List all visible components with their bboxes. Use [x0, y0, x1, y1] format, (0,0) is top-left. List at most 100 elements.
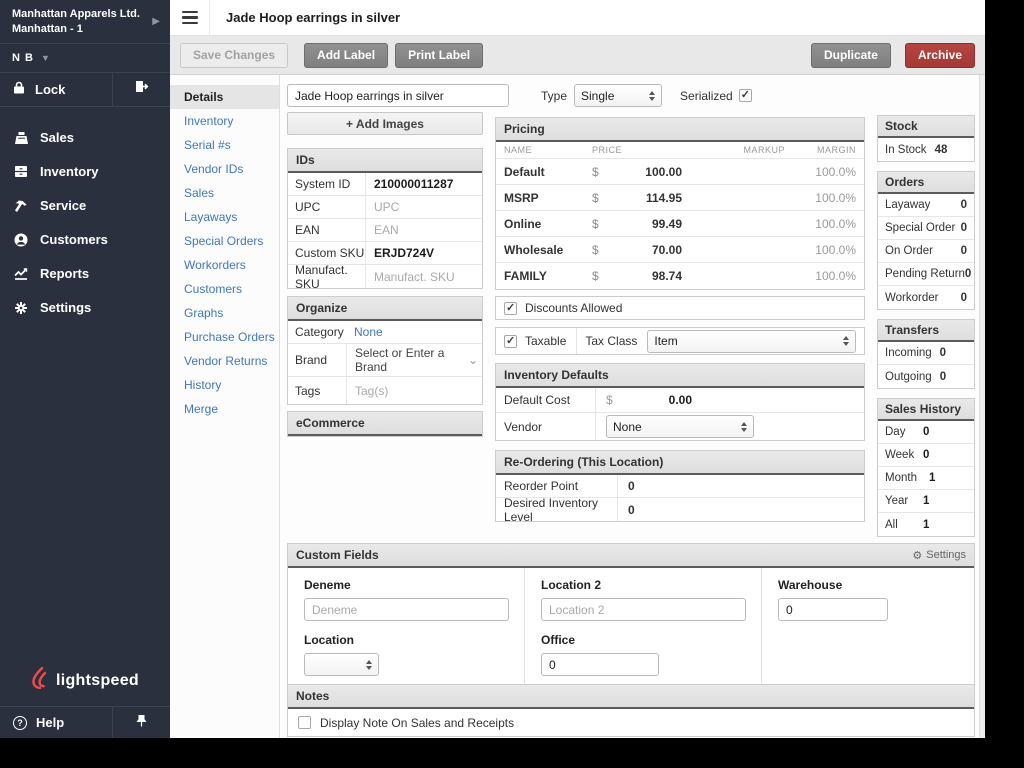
- sidebar-item-customers[interactable]: Customers: [0, 223, 170, 257]
- ean-input[interactable]: EAN: [366, 223, 399, 237]
- subnav-item-purchase-orders[interactable]: Purchase Orders: [170, 325, 279, 349]
- office-input[interactable]: [541, 653, 659, 676]
- margin-value: 100.0%: [815, 242, 856, 257]
- subnav-item-details[interactable]: Details: [170, 85, 279, 109]
- tags-input[interactable]: [355, 383, 478, 398]
- type-select[interactable]: Single: [574, 84, 663, 107]
- special-order-row: Special Order 0: [878, 217, 974, 240]
- orders-header: Orders: [878, 172, 974, 194]
- price-input[interactable]: 98.74: [614, 269, 682, 283]
- taxable-checkbox[interactable]: [504, 334, 517, 348]
- pin-icon: [136, 714, 147, 732]
- price-input[interactable]: 114.95: [614, 191, 682, 205]
- upc-input[interactable]: UPC: [366, 200, 399, 214]
- person-icon: [13, 233, 29, 247]
- sidebar-item-reports[interactable]: Reports: [0, 257, 170, 291]
- location2-input[interactable]: [541, 598, 746, 621]
- price-input[interactable]: 100.00: [614, 165, 682, 179]
- pricing-card: Pricing NAME PRICE MARKUP MARGIN Default…: [495, 117, 865, 290]
- sidebar-item-inventory[interactable]: Inventory: [0, 155, 170, 189]
- subnav-item-sales[interactable]: Sales: [170, 181, 279, 205]
- pricing-row-online: Online $ 99.49 100.0%: [496, 211, 864, 237]
- price-name: MSRP: [504, 190, 539, 205]
- user-menu[interactable]: N B ▼: [0, 44, 170, 73]
- reorder-point-input[interactable]: 0: [618, 479, 635, 493]
- sidebar-item-settings[interactable]: Settings: [0, 291, 170, 325]
- taxable-cell: Taxable: [496, 328, 578, 354]
- custom-sku-input[interactable]: ERJD724V: [366, 246, 434, 260]
- stat-label: Special Order: [885, 222, 956, 234]
- subnav-item-special-orders[interactable]: Special Orders: [170, 229, 279, 253]
- stat-value: 0: [939, 370, 947, 383]
- warehouse-input[interactable]: [778, 598, 888, 621]
- desired-inventory-input[interactable]: 0: [618, 503, 635, 517]
- question-icon: ?: [13, 715, 27, 730]
- col-margin: MARGIN: [817, 145, 856, 155]
- pending-return-row: Pending Return 0: [878, 263, 974, 286]
- category-value-link[interactable]: None: [354, 325, 383, 339]
- display-note-checkbox[interactable]: [298, 716, 311, 729]
- margin-value: 100.0%: [815, 164, 856, 179]
- ecommerce-header[interactable]: eCommerce: [288, 412, 482, 436]
- subnav-item-history[interactable]: History: [170, 373, 279, 397]
- discounts-allowed-row: Discounts Allowed: [495, 296, 865, 320]
- pricing-row-default: Default $ 100.00 100.0%: [496, 159, 864, 185]
- shop-name-line2: Manhattan - 1: [12, 22, 83, 35]
- in-stock-value: 48: [934, 143, 948, 156]
- all-row: All 1: [878, 513, 974, 536]
- pin-button[interactable]: [113, 707, 170, 738]
- subnav-item-customers[interactable]: Customers: [170, 277, 279, 301]
- sidebar-item-sales[interactable]: Sales: [0, 121, 170, 155]
- logout-button[interactable]: [113, 73, 170, 106]
- archive-button[interactable]: Archive: [904, 42, 975, 68]
- discounts-allowed-checkbox[interactable]: [504, 301, 517, 315]
- vendor-value: None: [613, 419, 642, 434]
- stat-label: Outgoing: [885, 370, 932, 383]
- price-input[interactable]: 99.49: [614, 217, 682, 231]
- price-input[interactable]: 70.00: [614, 243, 682, 257]
- lock-label: Lock: [35, 81, 66, 97]
- subnav-item-merge[interactable]: Merge: [170, 397, 279, 421]
- brand-select[interactable]: Select or Enter a Brand ⌄: [355, 346, 478, 374]
- duplicate-button[interactable]: Duplicate: [810, 42, 891, 68]
- pricing-header: Pricing: [496, 118, 864, 142]
- tax-class-select[interactable]: Item: [647, 329, 856, 353]
- add-label-button[interactable]: Add Label: [304, 42, 389, 68]
- register-icon: [13, 131, 29, 145]
- content-scrollbar[interactable]: [979, 75, 985, 738]
- subnav-item-serials[interactable]: Serial #s: [170, 133, 279, 157]
- stat-value: 1: [923, 518, 930, 531]
- save-changes-button[interactable]: Save Changes: [180, 42, 289, 68]
- ids-row-upc: UPC UPC: [288, 196, 482, 219]
- print-label-button[interactable]: Print Label: [395, 42, 484, 68]
- sidebar-item-label: Service: [40, 198, 87, 214]
- product-name-input[interactable]: [287, 84, 509, 107]
- tax-class-value: Item: [654, 334, 678, 348]
- serialized-checkbox[interactable]: [738, 88, 752, 102]
- stat-label: Month: [885, 472, 917, 484]
- subnav-item-graphs[interactable]: Graphs: [170, 301, 279, 325]
- shop-switcher[interactable]: Manhattan Apparels Ltd. Manhattan - 1 ▶: [0, 0, 170, 44]
- ids-row-ean: EAN EAN: [288, 219, 482, 242]
- vendor-select[interactable]: None: [606, 415, 754, 438]
- type-value: Single: [581, 88, 615, 103]
- custom-fields-settings-button[interactable]: ⚙ Settings: [912, 549, 966, 562]
- sidebar-item-service[interactable]: Service: [0, 189, 170, 223]
- lock-button[interactable]: Lock: [0, 72, 113, 106]
- subnav-item-inventory[interactable]: Inventory: [170, 109, 279, 133]
- subnav-item-vendor-ids[interactable]: Vendor IDs: [170, 157, 279, 181]
- subnav-item-workorders[interactable]: Workorders: [170, 253, 279, 277]
- sidebar-item-label: Customers: [40, 232, 108, 248]
- deneme-input[interactable]: [304, 598, 509, 621]
- default-cost-input[interactable]: 0.00: [632, 393, 692, 407]
- add-images-button[interactable]: + Add Images: [287, 112, 483, 135]
- stat-value: 0: [964, 268, 972, 280]
- stat-value: 0: [939, 347, 947, 359]
- subnav-item-layaways[interactable]: Layaways: [170, 205, 279, 229]
- subnav-item-vendor-returns[interactable]: Vendor Returns: [170, 349, 279, 373]
- manufact-sku-input[interactable]: Manufact. SKU: [366, 270, 455, 284]
- help-button[interactable]: ? Help: [0, 707, 113, 738]
- custom-fields-title: Custom Fields: [296, 548, 379, 562]
- location-select[interactable]: [304, 653, 379, 676]
- hamburger-menu-icon[interactable]: [170, 0, 210, 35]
